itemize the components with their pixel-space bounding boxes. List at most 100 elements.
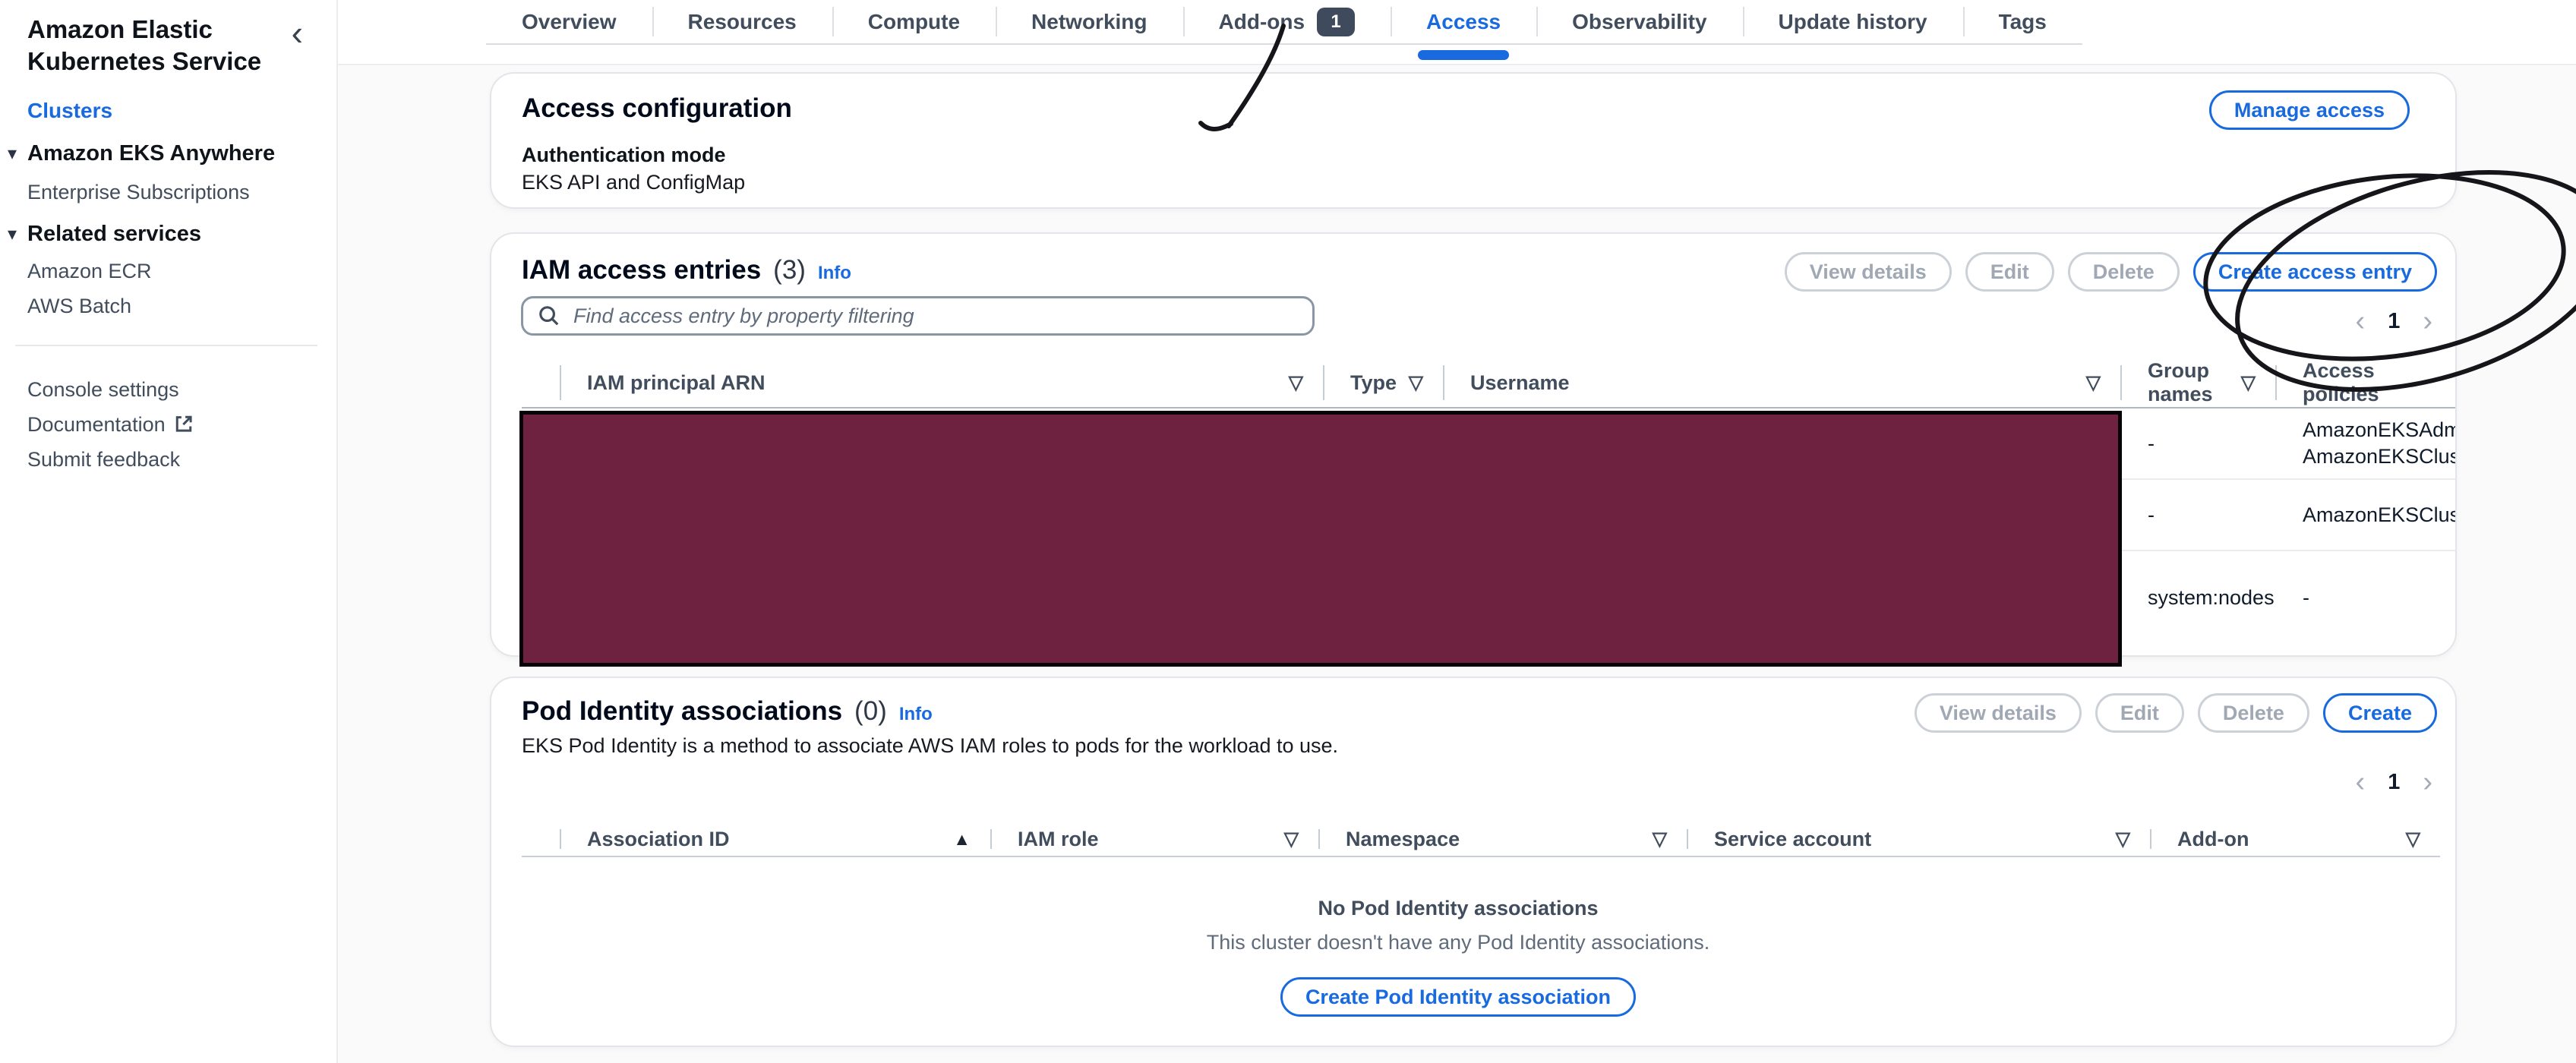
filter-icon[interactable]: ▽ bbox=[1289, 371, 1303, 395]
policy-name: AmazonEKSClusterIn bbox=[2303, 502, 2455, 528]
tab-tags[interactable]: Tags bbox=[1963, 0, 2082, 43]
access-policies-cell: AmazonEKSAdminPo AmazonEKSClusterA bbox=[2275, 408, 2455, 478]
sidebar: ‹ Amazon Elastic Kubernetes Service Clus… bbox=[0, 0, 338, 1063]
next-page-icon[interactable]: › bbox=[2423, 307, 2432, 336]
filter-icon[interactable]: ▽ bbox=[2116, 828, 2130, 851]
auth-mode-label: Authentication mode bbox=[522, 144, 726, 167]
column-header-group-names[interactable]: Group names ▽ bbox=[2120, 358, 2275, 407]
column-label: Group names bbox=[2148, 359, 2241, 406]
column-label: Username bbox=[1470, 371, 1570, 395]
next-page-icon[interactable]: › bbox=[2423, 768, 2432, 796]
auth-mode-value: EKS API and ConfigMap bbox=[522, 171, 745, 194]
tab-networking[interactable]: Networking bbox=[996, 0, 1182, 43]
caret-down-icon: ▾ bbox=[8, 223, 17, 245]
view-details-button[interactable]: View details bbox=[1785, 252, 1952, 292]
tab-update-history[interactable]: Update history bbox=[1743, 0, 1963, 43]
delete-button[interactable]: Delete bbox=[2198, 693, 2309, 733]
section-description: EKS Pod Identity is a method to associat… bbox=[522, 734, 1338, 758]
column-header-association-id[interactable]: Association ID ▲ bbox=[560, 822, 990, 856]
filter-icon[interactable]: ▽ bbox=[2406, 828, 2420, 851]
section-count: (0) bbox=[854, 696, 887, 727]
sidebar-divider bbox=[15, 345, 317, 346]
column-label: Add-on bbox=[2177, 828, 2249, 851]
search-icon bbox=[537, 304, 561, 328]
policy-name: AmazonEKSClusterA bbox=[2303, 443, 2455, 470]
previous-page-icon[interactable]: ‹ bbox=[2356, 768, 2366, 796]
section-count: (3) bbox=[773, 255, 806, 285]
info-link[interactable]: Info bbox=[899, 704, 933, 725]
sidebar-item-amazon-ecr[interactable]: Amazon ECR bbox=[27, 260, 152, 283]
column-label: Namespace bbox=[1346, 828, 1460, 851]
sidebar-item-enterprise-subscriptions[interactable]: Enterprise Subscriptions bbox=[27, 181, 250, 204]
column-label: IAM principal ARN bbox=[587, 371, 766, 395]
empty-state-title: No Pod Identity associations bbox=[491, 897, 2425, 920]
info-link[interactable]: Info bbox=[818, 263, 851, 284]
page-number[interactable]: 1 bbox=[2388, 309, 2400, 334]
manage-access-button[interactable]: Manage access bbox=[2209, 90, 2410, 130]
pod-identity-associations-card: Pod Identity associations (0) Info EKS P… bbox=[490, 677, 2457, 1047]
pod-pagination: ‹ 1 › bbox=[2356, 768, 2432, 796]
empty-state: No Pod Identity associations This cluste… bbox=[491, 897, 2425, 1017]
pod-table-header: Association ID ▲ IAM role ▽ Namespace ▽ … bbox=[522, 822, 2440, 857]
sidebar-section-eks-anywhere[interactable]: ▾ Amazon EKS Anywhere bbox=[8, 141, 275, 166]
tab-bar: Overview Resources Compute Networking Ad… bbox=[338, 0, 2576, 65]
iam-table-header: IAM principal ARN ▽ Type ▽ Username ▽ Gr… bbox=[522, 358, 2455, 408]
previous-page-icon[interactable]: ‹ bbox=[2356, 307, 2366, 336]
column-header-username[interactable]: Username ▽ bbox=[1443, 358, 2120, 407]
column-header-iam-role[interactable]: IAM role ▽ bbox=[990, 822, 1318, 856]
column-label: Service account bbox=[1714, 828, 1871, 851]
tab-overview[interactable]: Overview bbox=[486, 0, 652, 43]
tab-compute[interactable]: Compute bbox=[832, 0, 996, 43]
edit-button[interactable]: Edit bbox=[1965, 252, 2054, 292]
column-header-access-policies[interactable]: Access policies bbox=[2275, 358, 2455, 407]
search-input[interactable] bbox=[572, 304, 1299, 329]
filter-icon[interactable]: ▽ bbox=[1284, 828, 1299, 851]
sort-ascending-icon[interactable]: ▲ bbox=[953, 828, 971, 851]
column-header-namespace[interactable]: Namespace ▽ bbox=[1318, 822, 1687, 856]
empty-state-message: This cluster doesn't have any Pod Identi… bbox=[491, 931, 2425, 954]
tab-observability[interactable]: Observability bbox=[1536, 0, 1742, 43]
caret-down-icon: ▾ bbox=[8, 143, 17, 165]
filter-icon[interactable]: ▽ bbox=[2086, 371, 2101, 395]
sidebar-item-submit-feedback[interactable]: Submit feedback bbox=[27, 448, 180, 472]
section-title: Access configuration bbox=[522, 93, 792, 124]
access-entry-search bbox=[521, 296, 1315, 336]
page-number[interactable]: 1 bbox=[2388, 770, 2400, 795]
access-policies-cell: - bbox=[2275, 551, 2455, 644]
column-header-iam-principal-arn[interactable]: IAM principal ARN ▽ bbox=[560, 358, 1323, 407]
sidebar-item-aws-batch[interactable]: AWS Batch bbox=[27, 295, 131, 318]
column-label: IAM role bbox=[1018, 828, 1099, 851]
tab-add-ons[interactable]: Add-ons 1 bbox=[1183, 0, 1391, 43]
group-names-cell: - bbox=[2120, 480, 2275, 550]
iam-pagination: ‹ 1 › bbox=[2356, 307, 2432, 336]
service-title: Amazon Elastic Kubernetes Service bbox=[27, 14, 270, 77]
access-policies-cell: AmazonEKSClusterIn bbox=[2275, 480, 2455, 550]
filter-icon[interactable]: ▽ bbox=[1653, 828, 1667, 851]
sidebar-item-console-settings[interactable]: Console settings bbox=[27, 378, 179, 402]
tab-access[interactable]: Access bbox=[1391, 0, 1536, 43]
redaction-overlay bbox=[519, 411, 2122, 667]
sidebar-section-related-services[interactable]: ▾ Related services bbox=[8, 222, 201, 247]
filter-icon[interactable]: ▽ bbox=[1409, 371, 1423, 395]
create-access-entry-button[interactable]: Create access entry bbox=[2193, 252, 2437, 292]
access-configuration-card: Access configuration Authentication mode… bbox=[490, 72, 2457, 209]
tab-label: Add-ons bbox=[1219, 10, 1305, 34]
tab-resources[interactable]: Resources bbox=[652, 0, 832, 43]
sidebar-collapse-icon[interactable]: ‹ bbox=[292, 12, 303, 53]
create-button[interactable]: Create bbox=[2323, 693, 2437, 733]
view-details-button[interactable]: View details bbox=[1915, 693, 2082, 733]
sidebar-item-clusters[interactable]: Clusters bbox=[27, 99, 112, 123]
column-header-type[interactable]: Type ▽ bbox=[1323, 358, 1443, 407]
column-header-add-on[interactable]: Add-on ▽ bbox=[2150, 822, 2440, 856]
sidebar-item-documentation[interactable]: Documentation bbox=[27, 413, 194, 440]
create-pod-identity-association-button[interactable]: Create Pod Identity association bbox=[1280, 977, 1636, 1017]
group-names-cell: system:nodes bbox=[2120, 551, 2275, 644]
delete-button[interactable]: Delete bbox=[2068, 252, 2180, 292]
section-title: Pod Identity associations bbox=[522, 696, 842, 727]
filter-icon[interactable]: ▽ bbox=[2241, 371, 2256, 395]
policy-name: AmazonEKSAdminPo bbox=[2303, 417, 2455, 443]
policy-name: - bbox=[2303, 585, 2309, 611]
external-link-icon bbox=[173, 413, 194, 440]
column-header-service-account[interactable]: Service account ▽ bbox=[1687, 822, 2150, 856]
edit-button[interactable]: Edit bbox=[2095, 693, 2184, 733]
